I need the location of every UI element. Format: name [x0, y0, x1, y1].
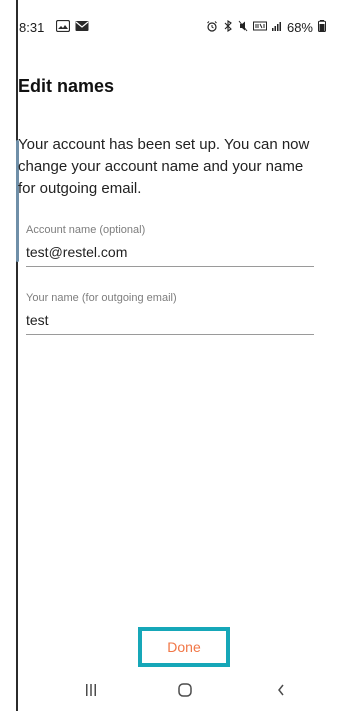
your-name-input[interactable]: test: [26, 308, 314, 332]
alarm-icon: [206, 20, 218, 35]
your-name-underline: [26, 334, 314, 335]
status-left-icons: [55, 19, 89, 37]
battery-icon: [318, 20, 326, 35]
account-name-label: Account name (optional): [26, 224, 146, 236]
volte-icon: [252, 20, 267, 35]
gallery-icon: [55, 19, 71, 37]
signal-icon: [271, 20, 282, 35]
battery-percent: 68%: [286, 20, 313, 35]
mail-icon: [75, 19, 89, 37]
done-button[interactable]: Done: [138, 627, 230, 667]
your-name-label: Your name (for outgoing email): [26, 292, 177, 304]
setup-description: Your account has been set up. You can no…: [18, 136, 310, 197]
recents-icon[interactable]: [77, 679, 105, 701]
bluetooth-icon: [223, 19, 233, 35]
mute-icon: [238, 20, 248, 35]
status-bar: 8:31 68%: [0, 0, 340, 50]
status-time: 8:31: [19, 20, 45, 35]
back-icon[interactable]: [267, 679, 295, 701]
status-right-area: 68%: [206, 19, 326, 35]
your-name-field[interactable]: Your name (for outgoing email) test: [26, 292, 314, 335]
navigation-bar: [0, 667, 340, 711]
page-title: Edit names: [18, 76, 115, 96]
account-name-underline: [26, 266, 314, 267]
phone-frame: [16, 0, 340, 711]
home-icon[interactable]: [171, 679, 199, 701]
account-name-input[interactable]: test@restel.com: [26, 240, 314, 264]
account-name-field[interactable]: Account name (optional) test@restel.com: [26, 224, 314, 267]
